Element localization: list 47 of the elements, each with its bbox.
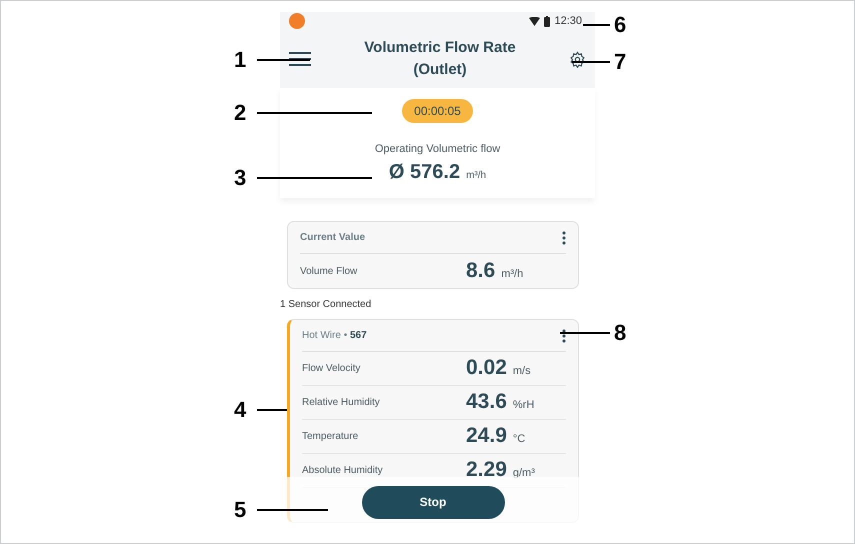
settings-icon[interactable] (568, 50, 586, 68)
callout-number: 8 (614, 322, 626, 344)
measurement-label: Flow Velocity (302, 362, 360, 376)
measurement-unit: m³/h (501, 266, 524, 282)
callout-number: 5 (234, 499, 246, 521)
leader-line (560, 332, 610, 334)
leader-line (257, 509, 328, 511)
callout-number: 1 (234, 49, 246, 71)
logo-icon (289, 13, 305, 29)
leader-line (583, 24, 610, 26)
leader-line (257, 409, 287, 411)
measurement-label: Relative Humidity (302, 396, 380, 410)
callout-number: 6 (614, 14, 626, 36)
measurement-value: 0.02 (466, 357, 507, 378)
measurement-unit: m/s (512, 364, 531, 380)
measurement-value: 8.6 (466, 260, 496, 281)
measurement-unit: g/m³ (512, 466, 535, 482)
more-options-icon[interactable] (562, 230, 566, 244)
measurement-label: Absolute Humidity (302, 464, 383, 478)
leader-line (572, 61, 610, 63)
sensor-count: 1 Sensor Connected (280, 298, 372, 312)
measurement-unit: °C (512, 432, 526, 448)
menu-icon[interactable] (289, 52, 311, 66)
card-title: Current Value (300, 231, 366, 245)
measurement-value: 2.29 (466, 459, 507, 480)
more-options-icon[interactable] (562, 328, 566, 342)
summary-value: Ø 576.2 (388, 162, 460, 182)
screen-title: Volumetric Flow Rate (364, 38, 516, 58)
measurement-value: 43.6 (466, 391, 507, 412)
sensor-title: Hot Wire • 567 (302, 329, 367, 343)
battery-icon (544, 16, 550, 26)
status-time: 12:30 (554, 14, 582, 29)
summary-label: Operating Volumetric flow (374, 142, 500, 157)
measurement-unit: %rH (512, 398, 534, 414)
timer-badge: 00:00:05 (402, 99, 473, 123)
screen-title: (Outlet) (413, 60, 467, 80)
leader-line (257, 59, 310, 61)
stop-button[interactable]: Stop (362, 486, 504, 518)
callout-number: 3 (234, 167, 246, 189)
callout-number: 7 (614, 51, 626, 73)
callout-number: 2 (234, 102, 246, 124)
measurement-label: Volume Flow (300, 264, 358, 278)
measurement-value: 24.9 (466, 425, 507, 446)
summary-unit: m³/h (466, 168, 486, 182)
wifi-icon (529, 16, 540, 26)
measurement-label: Temperature (302, 430, 358, 444)
callout-number: 4 (234, 399, 246, 421)
